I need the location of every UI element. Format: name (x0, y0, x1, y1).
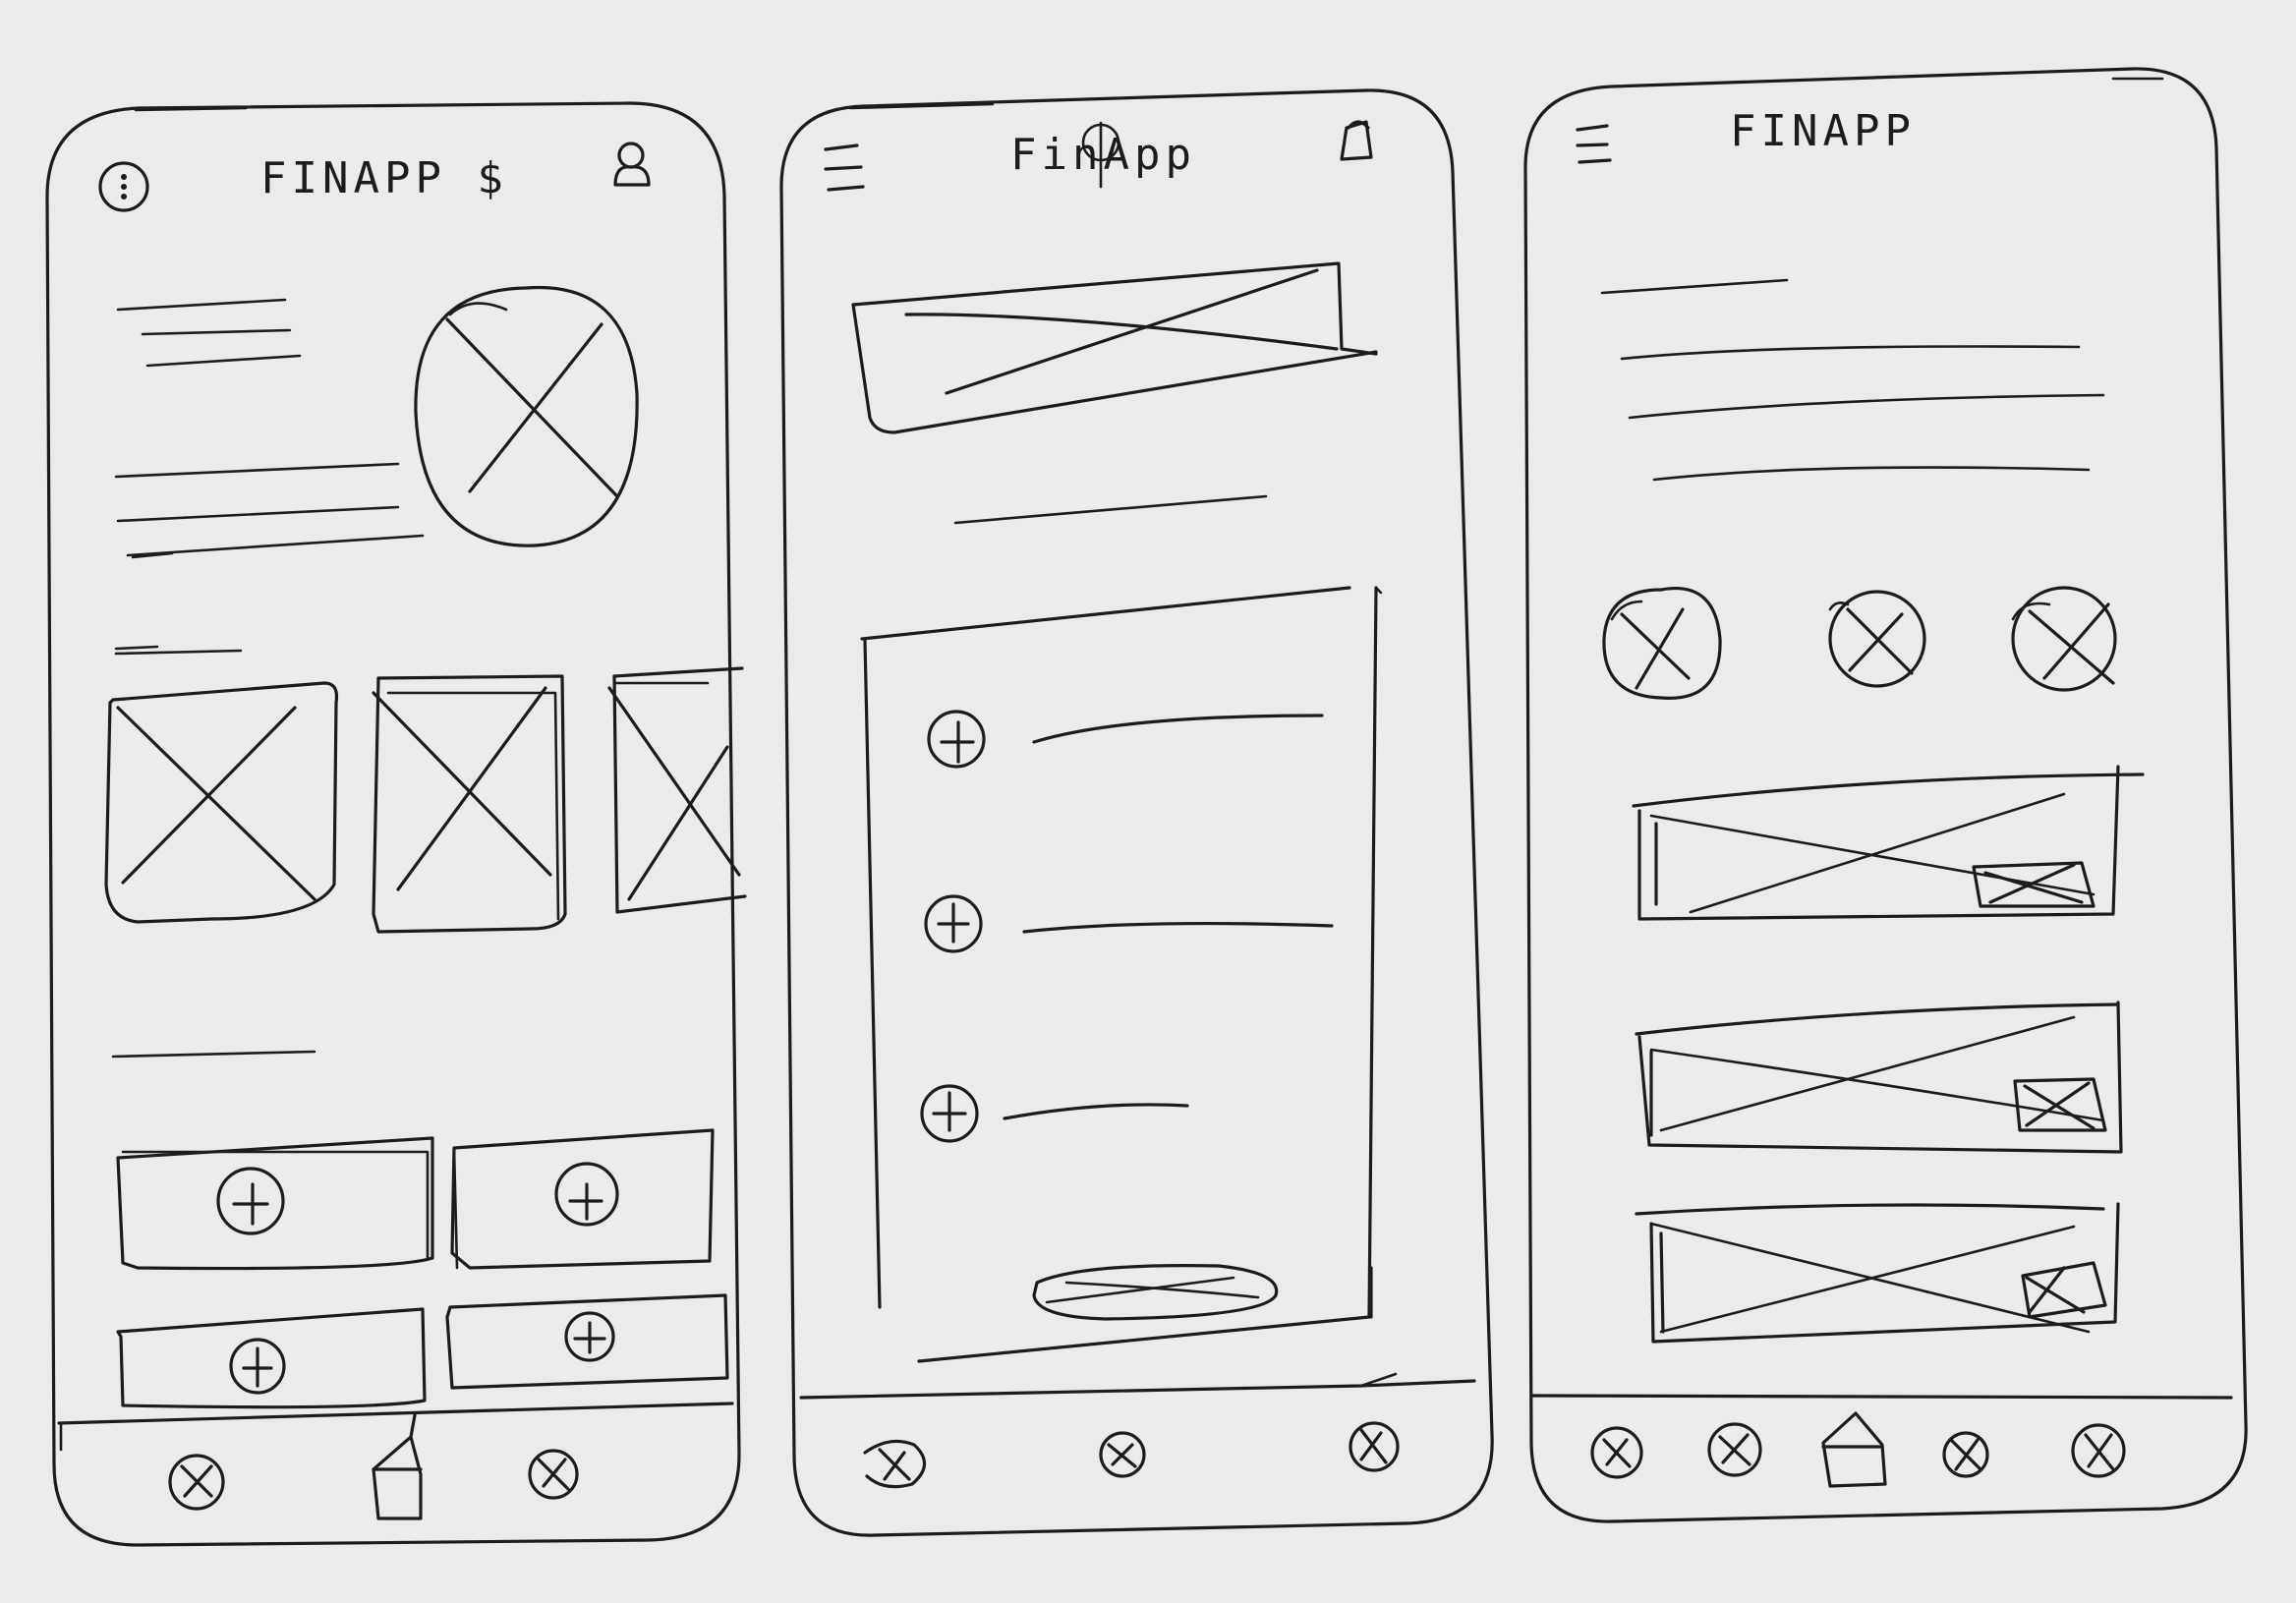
section-label-placeholder (953, 494, 1268, 525)
thumbnail-icon (2021, 1261, 2107, 1319)
nav-item-2-icon[interactable] (1707, 1422, 1762, 1477)
app-title: FinApp (1010, 130, 1196, 180)
list-card (860, 586, 1383, 1363)
action-tile-1[interactable] (116, 1136, 434, 1271)
list-item-2[interactable] (924, 894, 1334, 953)
screen-1: FINAPP $ (45, 101, 747, 1547)
category-2-icon[interactable] (1828, 590, 1926, 688)
plus-circle-icon (927, 710, 986, 769)
action-tile-3[interactable] (116, 1307, 427, 1409)
primary-action-button[interactable] (1032, 1264, 1279, 1321)
carousel-card-1[interactable] (104, 681, 339, 924)
app-title: FINAPP (1730, 106, 1916, 156)
transaction-card-1[interactable] (1632, 765, 2145, 921)
list-item-1[interactable] (927, 710, 1324, 769)
home-icon[interactable] (1821, 1411, 1887, 1488)
nav-item-3-icon[interactable] (1349, 1421, 1400, 1472)
app-title: FINAPP $ (260, 153, 508, 203)
menu-circle-icon[interactable] (98, 161, 149, 212)
nav-item-2-icon[interactable] (1099, 1431, 1146, 1478)
intro-text-placeholder (1600, 278, 2105, 482)
action-tile-4[interactable] (445, 1293, 729, 1390)
banner-image-placeholder[interactable] (851, 261, 1378, 434)
screen-3: FINAPP (1523, 67, 2248, 1523)
action-tile-2[interactable] (450, 1128, 715, 1270)
hamburger-icon[interactable] (1576, 124, 1612, 164)
section-label-placeholder (114, 649, 243, 656)
section-label-placeholder-2 (111, 1050, 316, 1059)
hero-image-placeholder (414, 285, 639, 547)
category-3-icon[interactable] (2011, 586, 2117, 692)
nav-item-1-icon[interactable] (1590, 1426, 1643, 1479)
list-item-3[interactable] (920, 1084, 1189, 1143)
nav-item-4-icon[interactable] (1942, 1431, 1989, 1478)
bottom-nav-divider (799, 1379, 1476, 1400)
carousel-card-3[interactable] (607, 666, 747, 914)
screen-2: FinApp (779, 88, 1494, 1537)
nav-item-1-icon[interactable] (863, 1439, 927, 1489)
user-icon[interactable] (613, 142, 651, 187)
user-icon[interactable] (1340, 120, 1373, 161)
home-icon[interactable] (372, 1413, 423, 1520)
nav-item-5-icon[interactable] (2071, 1423, 2126, 1478)
category-1-icon[interactable] (1602, 587, 1722, 700)
bottom-nav-divider (1529, 1394, 2233, 1400)
phone-frame-3 (1523, 67, 2248, 1523)
transaction-card-2[interactable] (1635, 1001, 2123, 1154)
carousel-card-2[interactable] (372, 674, 567, 934)
hamburger-icon[interactable] (824, 143, 865, 192)
nav-item-3-icon[interactable] (528, 1449, 579, 1500)
wireframe-sketch: FINAPP $ FinApp FINAPP (45, 67, 2248, 1547)
plus-circle-icon (216, 1167, 285, 1235)
transaction-card-3[interactable] (1635, 1202, 2120, 1344)
hero-text-placeholder (114, 298, 425, 559)
nav-item-1-icon[interactable] (168, 1454, 225, 1511)
